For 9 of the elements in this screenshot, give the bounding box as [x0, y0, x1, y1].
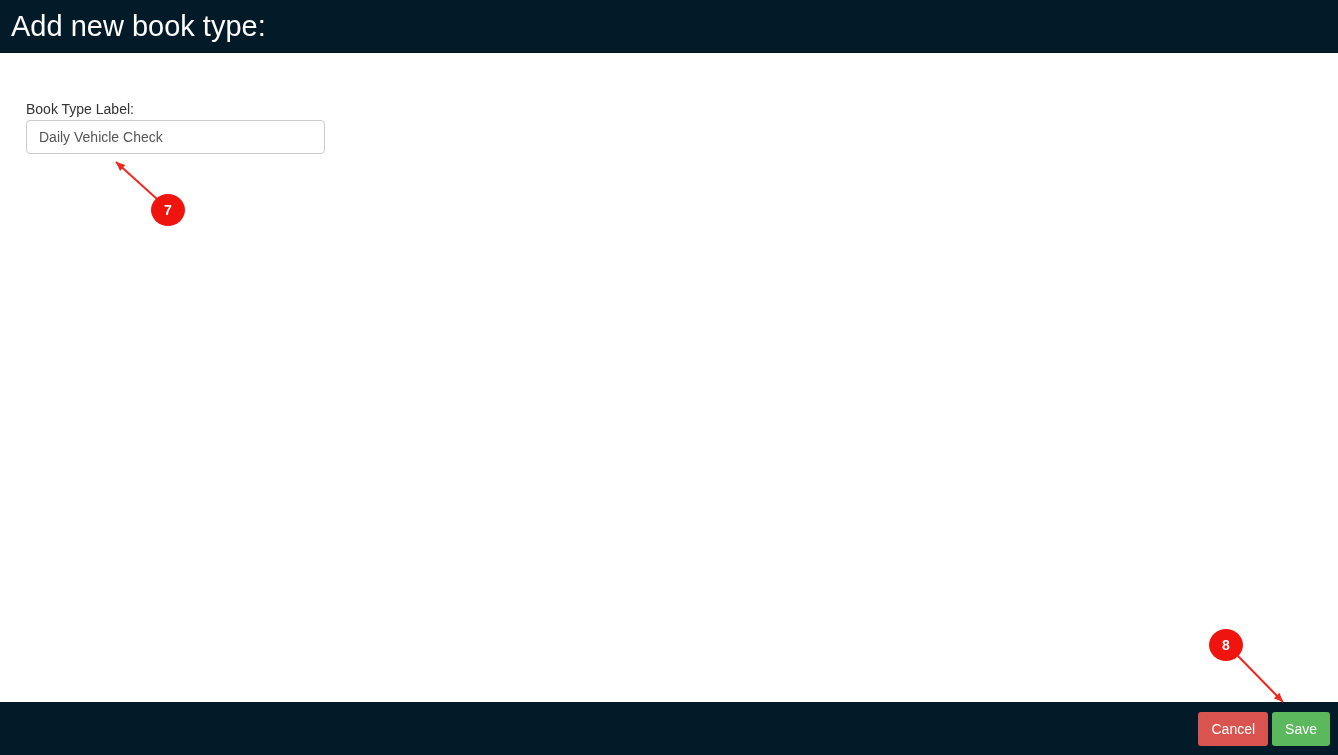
callout-badge: 8 [1209, 629, 1243, 661]
book-type-field[interactable]: Daily Vehicle Check [26, 120, 325, 154]
annotation-arrow [115, 161, 158, 200]
save-button[interactable]: Save [1272, 711, 1330, 746]
cancel-button[interactable]: Cancel [1198, 711, 1269, 746]
field-label: Book Type Label: [26, 101, 134, 117]
annotation-arrow [1237, 655, 1284, 703]
page-title: Add new book type: [11, 10, 266, 43]
callout-badge: 7 [151, 194, 185, 226]
